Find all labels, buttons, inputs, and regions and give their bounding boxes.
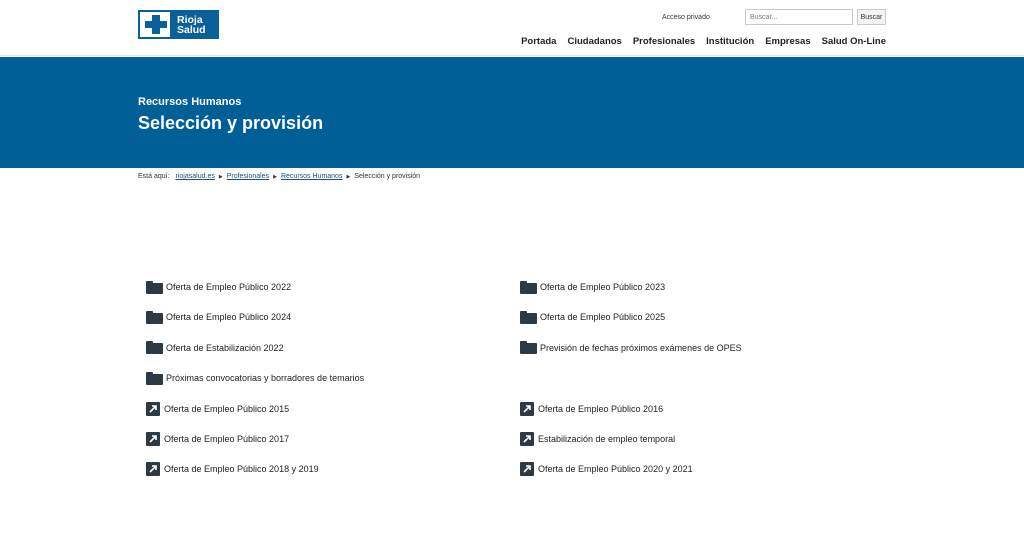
link-list: Oferta de Empleo Público 2022 Oferta de … (146, 278, 886, 491)
site-header: Rioja Salud Acceso privado Buscar Portad… (0, 0, 1024, 56)
breadcrumb-separator-icon: ▶ (273, 173, 277, 180)
external-link-icon (146, 401, 160, 416)
breadcrumb-lead: Está aquí: (138, 173, 170, 180)
page-title: Selección y provisión (138, 113, 324, 133)
rioja-salud-logo[interactable]: Rioja Salud (138, 10, 219, 39)
link-oep-2025[interactable]: Oferta de Empleo Público 2025 (520, 308, 886, 326)
breadcrumb-separator-icon: ▶ (218, 173, 223, 180)
breadcrumb-profesionales[interactable]: Profesionales (227, 173, 269, 180)
breadcrumb-riojasalud[interactable]: riojasalud.es (176, 173, 215, 180)
link-oep-2024[interactable]: Oferta de Empleo Público 2024 (146, 308, 520, 326)
external-link-icon (520, 401, 534, 416)
nav-profesionales[interactable]: Profesionales (633, 36, 695, 47)
external-link-icon (146, 431, 160, 446)
page-banner: Recursos Humanos Selección y provisión (0, 57, 1024, 168)
link-oep-2015[interactable]: Oferta de Empleo Público 2015 (146, 400, 520, 418)
link-oep-2016[interactable]: Oferta de Empleo Público 2016 (520, 400, 886, 418)
link-oep-2020-2021[interactable]: Oferta de Empleo Público 2020 y 2021 (520, 460, 886, 478)
breadcrumb-separator-icon: ▶ (346, 173, 351, 180)
folder-icon (146, 371, 163, 385)
link-prevision-fechas[interactable]: Previsión de fechas próximos exámenes de… (520, 339, 886, 357)
link-oep-2022[interactable]: Oferta de Empleo Público 2022 (146, 278, 520, 296)
search-input[interactable] (745, 9, 853, 25)
link-oep-2017[interactable]: Oferta de Empleo Público 2017 (146, 430, 520, 448)
folder-icon (146, 341, 163, 355)
link-estabilizacion-2022[interactable]: Oferta de Estabilización 2022 (146, 339, 520, 357)
breadcrumb: Está aquí: riojasalud.es ▶ Profesionales… (138, 173, 420, 180)
logo-text: Rioja Salud (177, 13, 206, 36)
folder-icon (146, 280, 163, 294)
link-oep-2018-2019[interactable]: Oferta de Empleo Público 2018 y 2019 (146, 460, 520, 478)
main-nav: Portada Ciudadanos Profesionales Institu… (521, 36, 886, 47)
folder-icon (520, 310, 537, 324)
external-link-icon (520, 431, 534, 446)
empty-cell (520, 369, 886, 399)
section-subtitle: Recursos Humanos (138, 96, 242, 108)
nav-ciudadanos[interactable]: Ciudadanos (567, 36, 621, 47)
nav-salud-online[interactable]: Salud On-Line (822, 36, 886, 47)
nav-institucion[interactable]: Institución (706, 36, 754, 47)
link-proximas-convocatorias[interactable]: Próximas convocatorias y borradores de t… (146, 369, 520, 387)
folder-icon (146, 310, 163, 324)
external-link-icon (520, 462, 534, 477)
nav-portada[interactable]: Portada (521, 36, 556, 47)
external-link-icon (146, 462, 160, 477)
breadcrumb-recursos-humanos[interactable]: Recursos Humanos (281, 173, 342, 180)
link-estabilizacion-empleo-temporal[interactable]: Estabilización de empleo temporal (520, 430, 886, 448)
breadcrumb-current: Selección y provisión (354, 173, 421, 180)
search-button[interactable]: Buscar (857, 9, 886, 25)
folder-icon (520, 341, 537, 355)
link-oep-2023[interactable]: Oferta de Empleo Público 2023 (520, 278, 886, 296)
folder-icon (520, 280, 537, 294)
cross-icon (138, 10, 172, 39)
nav-empresas[interactable]: Empresas (765, 36, 810, 47)
acceso-privado-link[interactable]: Acceso privado (662, 14, 710, 21)
